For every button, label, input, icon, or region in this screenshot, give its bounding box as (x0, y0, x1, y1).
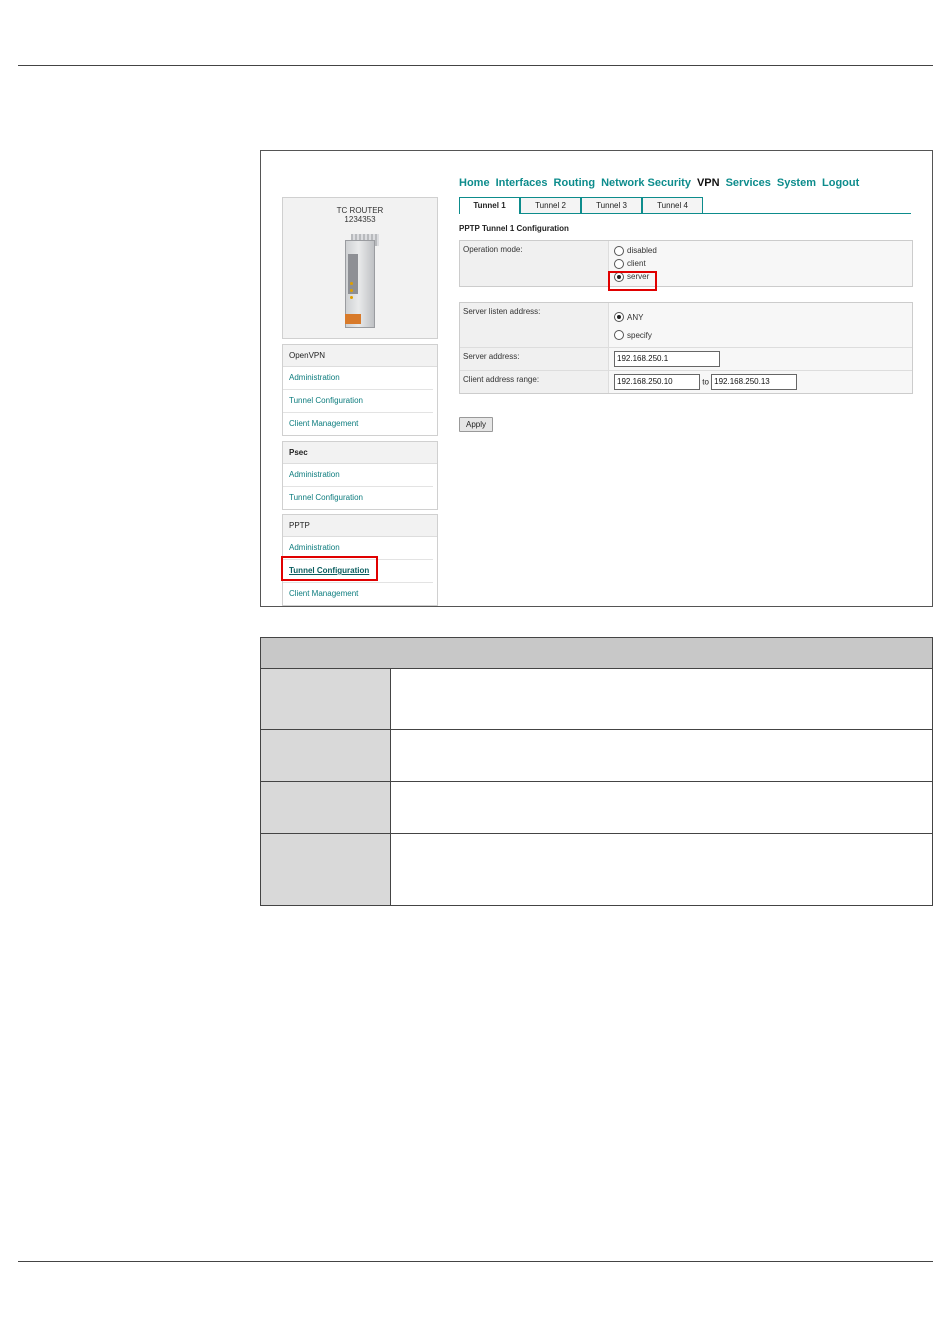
operation-mode-label: Operation mode: (463, 245, 523, 254)
openvpn-tunnel-configuration-link[interactable]: Tunnel Configuration (283, 390, 433, 413)
description-table (260, 637, 933, 906)
table-cell-desc (391, 730, 932, 781)
server-address-row: Server address: 192.168.250.1 (460, 348, 912, 371)
pptp-client-management-link[interactable]: Client Management (283, 583, 433, 605)
server-listen-row: Server listen address: ANY specify (460, 303, 912, 348)
radio-circle-icon (614, 330, 624, 340)
bottom-rule (18, 1261, 933, 1262)
pptp-menu-head: PPTP (283, 515, 437, 537)
openvpn-administration-link[interactable]: Administration (283, 367, 433, 390)
nav-network-security[interactable]: Network Security (601, 177, 691, 189)
ipsec-menu-head: Psec (283, 442, 437, 464)
server-address-label: Server address: (463, 352, 520, 361)
radio-client[interactable]: client (614, 257, 907, 270)
table-row (261, 834, 932, 905)
radio-selected-icon (614, 312, 624, 322)
router-web-ui-screenshot: TC ROUTER 1234353 OpenVPN Administration… (260, 150, 933, 607)
client-range-from-input[interactable]: 192.168.250.10 (614, 374, 700, 390)
tab-tunnel-4[interactable]: Tunnel 4 (642, 197, 703, 213)
radio-disabled[interactable]: disabled (614, 244, 907, 257)
client-range-row: Client address range: 192.168.250.10 to … (460, 371, 912, 393)
apply-button[interactable]: Apply (459, 417, 494, 432)
radio-server[interactable]: server (614, 270, 907, 283)
table-cell-desc (391, 834, 932, 905)
client-range-to-label: to (702, 377, 709, 387)
radio-circle-icon (614, 245, 624, 256)
nav-routing[interactable]: Routing (554, 177, 596, 189)
radio-any-label: ANY (627, 312, 644, 322)
nav-interfaces[interactable]: Interfaces (496, 177, 548, 189)
router-image (339, 234, 381, 328)
tab-tunnel-3[interactable]: Tunnel 3 (581, 197, 642, 213)
nav-home[interactable]: Home (459, 177, 490, 189)
openvpn-menu: OpenVPN Administration Tunnel Configurat… (282, 344, 438, 436)
table-cell-term (261, 782, 391, 833)
table-row (261, 669, 932, 730)
operation-mode-group: Operation mode: disabled client server (459, 240, 913, 287)
tunnel-tabs: Tunnel 1 Tunnel 2 Tunnel 3 Tunnel 4 (459, 197, 911, 214)
radio-disabled-label: disabled (627, 246, 657, 255)
table-row (261, 782, 932, 834)
openvpn-client-management-link[interactable]: Client Management (283, 413, 433, 435)
nav-vpn[interactable]: VPN (697, 177, 720, 189)
table-cell-desc (391, 669, 932, 729)
server-listen-label: Server listen address: (463, 307, 541, 316)
table-header (261, 638, 932, 669)
device-panel: TC ROUTER 1234353 (282, 197, 438, 339)
client-range-label: Client address range: (463, 375, 540, 384)
server-address-input[interactable]: 192.168.250.1 (614, 351, 720, 367)
ipsec-administration-link[interactable]: Administration (283, 464, 433, 487)
table-cell-term (261, 730, 391, 781)
tab-tunnel-1[interactable]: Tunnel 1 (459, 197, 520, 214)
section-title: PPTP Tunnel 1 Configuration (459, 224, 569, 233)
radio-client-label: client (627, 259, 646, 268)
radio-circle-icon (614, 258, 624, 269)
client-range-cell: 192.168.250.10 to 192.168.250.13 (608, 371, 912, 393)
openvpn-menu-head: OpenVPN (283, 345, 437, 367)
table-cell-desc (391, 782, 932, 833)
radio-any[interactable]: ANY (614, 308, 907, 326)
main-nav: Home Interfaces Routing Network Security VPN… (459, 177, 865, 189)
table-cell-term (261, 669, 391, 729)
ipsec-menu: Psec Administration Tunnel Configuration (282, 441, 438, 510)
nav-system[interactable]: System (777, 177, 816, 189)
server-address-cell: 192.168.250.1 (608, 348, 912, 370)
radio-specify[interactable]: specify (614, 326, 907, 344)
highlight-tunnel-configuration (281, 556, 378, 581)
server-settings-group: Server listen address: ANY specify Serve… (459, 302, 913, 394)
device-name: TC ROUTER (336, 206, 384, 215)
nav-logout[interactable]: Logout (822, 177, 859, 189)
radio-specify-label: specify (627, 330, 652, 340)
operation-mode-row: Operation mode: disabled client server (460, 241, 912, 286)
ipsec-tunnel-configuration-link[interactable]: Tunnel Configuration (283, 487, 433, 509)
top-rule (18, 65, 933, 66)
table-cell-term (261, 834, 391, 905)
client-range-to-input[interactable]: 192.168.250.13 (711, 374, 798, 390)
nav-services[interactable]: Services (726, 177, 771, 189)
device-number: 1234353 (344, 215, 376, 224)
server-listen-options: ANY specify (608, 303, 912, 347)
highlight-server-option (608, 271, 657, 291)
table-row (261, 730, 932, 782)
tab-tunnel-2[interactable]: Tunnel 2 (520, 197, 581, 213)
